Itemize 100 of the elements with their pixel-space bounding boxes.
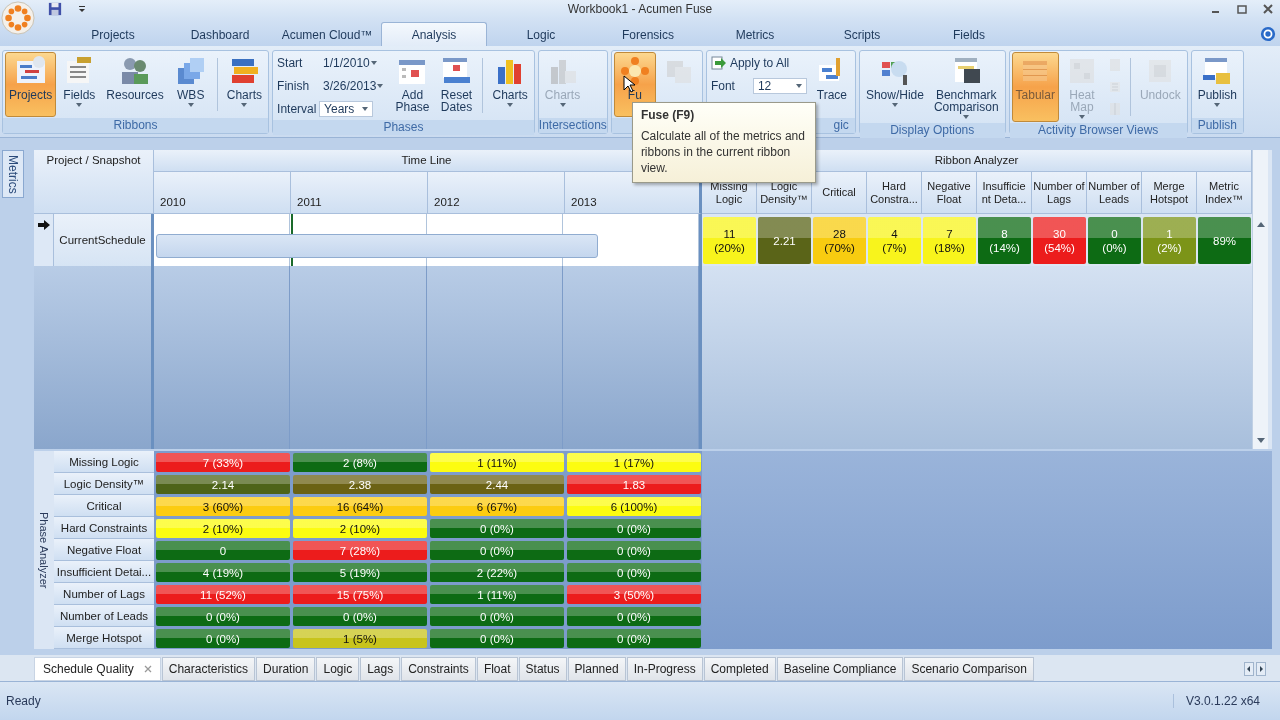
ribbon-button[interactable]: Add Phase — [391, 52, 434, 119]
sheet-tab[interactable]: In-Progress — [626, 657, 703, 681]
column-header: Negative Float — [922, 172, 977, 214]
side-tab[interactable]: Metrics — [2, 150, 24, 198]
metric-cell: 2 (10%) — [293, 519, 427, 538]
scroll-right-icon[interactable] — [1256, 662, 1266, 676]
ribbon-button[interactable]: Publish — [1193, 52, 1241, 117]
ribbon-tab[interactable]: Scripts — [809, 22, 915, 46]
metric-cell: 2.44 — [430, 475, 564, 494]
ribbon-button[interactable]: WBS — [169, 52, 212, 117]
metric-cell: 0 (0%) — [293, 607, 427, 626]
column-header: Critical — [812, 172, 867, 214]
group-label: Ribbons — [3, 118, 269, 133]
close-icon[interactable] — [143, 665, 152, 673]
column-header: Project / Snapshot — [34, 150, 154, 214]
metric-cell: 0 (0%) — [1088, 217, 1141, 264]
metric-cell: 7 (33%) — [156, 453, 290, 472]
sheet-tab[interactable]: Characteristics — [161, 657, 256, 681]
column-header: Metric Index™ — [1197, 172, 1252, 214]
caret-icon — [963, 115, 970, 119]
ribbon-button[interactable]: Benchmark Comparison — [929, 52, 1003, 122]
field-label: Finish — [277, 79, 311, 93]
scroll-left-icon[interactable] — [1244, 662, 1254, 676]
row-header: Number of Lags — [54, 583, 154, 605]
metric-cell: 15 (75%) — [293, 585, 427, 604]
sheet-tab[interactable]: Lags — [360, 657, 401, 681]
sheet-tab[interactable]: Baseline Compliance — [776, 657, 904, 681]
sheet-tab[interactable]: Status — [518, 657, 567, 681]
ribbon-button[interactable]: Trace — [810, 52, 853, 117]
column-header: Number of Lags — [1032, 172, 1087, 214]
sheet-tab[interactable]: Float — [476, 657, 518, 681]
metric-cell: 2.21 — [758, 217, 811, 264]
ribbon-tab[interactable]: Logic — [488, 22, 594, 46]
caret-icon — [891, 103, 898, 107]
ribbon-tab[interactable]: Projects — [60, 22, 166, 46]
close-icon[interactable] — [1262, 3, 1274, 15]
year-header: 2011 — [291, 172, 428, 214]
group-label: Activity Browser Views — [1009, 123, 1187, 138]
apply-to-all-button[interactable]: Apply to All — [710, 55, 790, 71]
ribbon-tab[interactable]: Analysis — [381, 22, 487, 46]
metric-cell: 2 (22%) — [430, 563, 564, 582]
ribbon-button[interactable]: Reset Dates — [435, 52, 478, 119]
ribbon-tab[interactable]: Acumen Cloud™ — [274, 22, 380, 46]
caret-icon — [76, 103, 83, 107]
dropdown-field[interactable]: Years — [319, 101, 374, 117]
metric-cell: 1 (11%) — [430, 453, 564, 472]
ribbon-button[interactable]: Charts — [488, 52, 532, 119]
caret-icon — [370, 61, 377, 65]
ribbon-button[interactable]: Projects — [5, 52, 57, 117]
dropdown-field[interactable]: 12 — [752, 78, 807, 94]
sheet-tab[interactable]: Planned — [567, 657, 626, 681]
row-header[interactable]: CurrentSchedule — [54, 214, 154, 266]
field-label: Font — [710, 79, 736, 93]
ribbon-tab[interactable]: Fields — [916, 22, 1022, 46]
metric-cell: 0 (0%) — [567, 563, 701, 582]
metric-cell: 3 (60%) — [156, 497, 290, 516]
ribbon-tab[interactable]: Metrics — [702, 22, 808, 46]
sheet-tab[interactable]: Schedule Quality — [34, 657, 161, 681]
sheet-tab[interactable]: Scenario Comparison — [904, 657, 1034, 681]
help-icon[interactable] — [1260, 26, 1276, 42]
date-field[interactable]: 3/26/2013 — [319, 79, 388, 93]
field-label: Start — [277, 56, 304, 70]
metric-cell: 11 (20%) — [703, 217, 756, 264]
ribbon-button[interactable]: Fields — [58, 52, 101, 117]
group-label: Display Options — [859, 123, 1005, 138]
column-header: Merge Hotspot — [1142, 172, 1197, 214]
save-icon[interactable] — [48, 2, 62, 16]
group-label: Publish — [1191, 118, 1243, 133]
ribbon-button[interactable]: Show/Hide — [861, 52, 928, 122]
maximize-icon[interactable] — [1236, 3, 1248, 15]
row-header: Insufficient Detai... — [54, 561, 154, 583]
metric-cell: 1 (11%) — [430, 585, 564, 604]
sheet-tab[interactable]: Duration — [256, 657, 316, 681]
metric-cell: 0 (0%) — [156, 607, 290, 626]
scroll-up-icon[interactable] — [1255, 220, 1266, 230]
caret-icon — [377, 84, 384, 88]
ribbon-tab[interactable]: Forensics — [595, 22, 701, 46]
ribbon-button[interactable]: Resources — [102, 52, 168, 117]
scroll-down-icon[interactable] — [1255, 435, 1266, 445]
vertical-scrollbar[interactable] — [1252, 150, 1268, 449]
metric-cell: 28 (70%) — [813, 217, 866, 264]
sheet-tab[interactable]: Logic — [316, 657, 360, 681]
row-header: Logic Density™ — [54, 473, 154, 495]
metric-cell: 0 (0%) — [567, 607, 701, 626]
customize-dropdown-icon[interactable] — [78, 5, 86, 13]
ribbon-tab[interactable]: Dashboard — [167, 22, 273, 46]
metric-cell: 1 (2%) — [1143, 217, 1196, 264]
date-field[interactable]: 1/1/2010 — [319, 56, 381, 70]
metric-cell: 6 (100%) — [567, 497, 701, 516]
ribbon-button[interactable]: Charts — [222, 52, 267, 117]
caret-icon — [362, 107, 369, 111]
sheet-tab[interactable]: Constraints — [401, 657, 476, 681]
sheet-tab[interactable]: Completed — [703, 657, 776, 681]
caret-icon — [559, 103, 566, 107]
metric-cell: 0 (0%) — [567, 519, 701, 538]
metric-cell: 3 (50%) — [567, 585, 701, 604]
metric-cell: 6 (67%) — [430, 497, 564, 516]
flower-icon — [618, 55, 651, 87]
caret-icon — [1078, 115, 1085, 119]
section-label: Phase Analyzer — [34, 451, 54, 649]
